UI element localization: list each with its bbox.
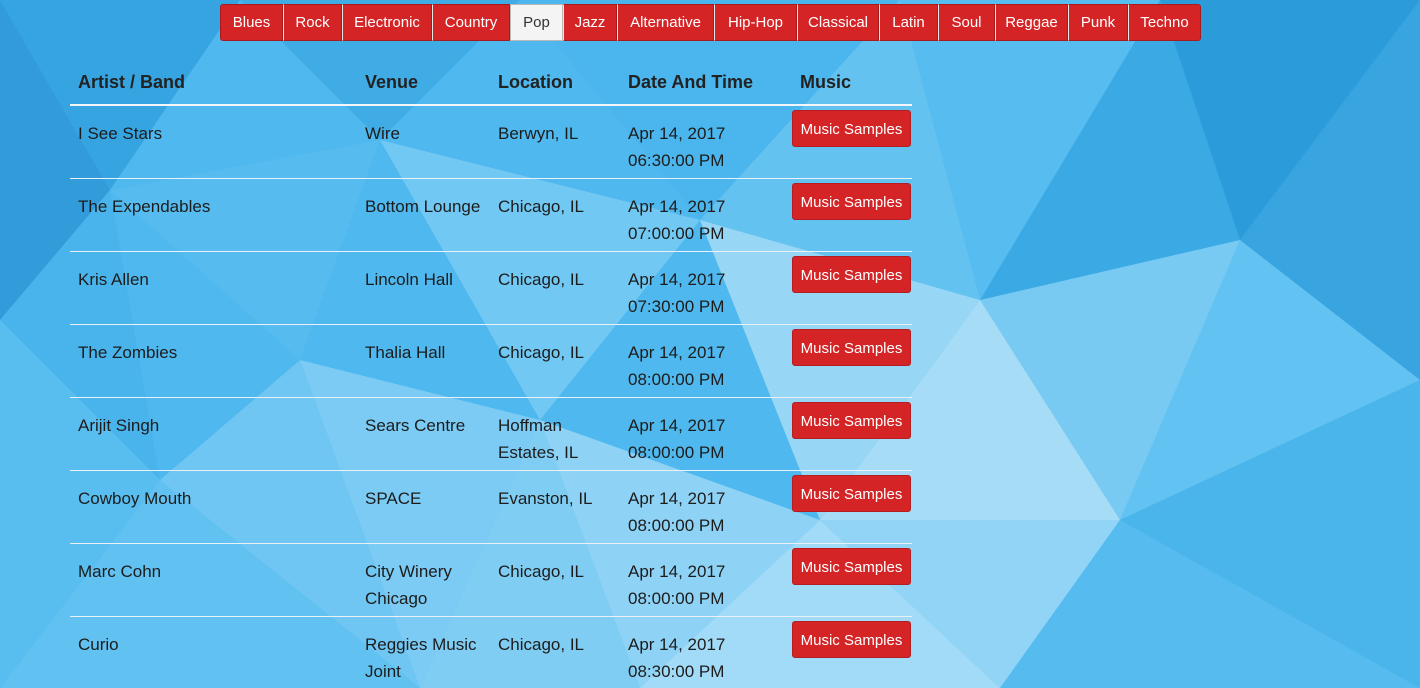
music-samples-button[interactable]: Music Samples [792, 328, 911, 366]
artist-cell: Marc Cohn [70, 543, 357, 617]
date-text: Apr 14, 2017 [628, 342, 726, 362]
music-samples-button[interactable]: Music Samples [792, 401, 911, 439]
genre-tab-rock[interactable]: Rock [283, 4, 342, 41]
header-venue: Venue [357, 60, 490, 106]
date-text: Apr 14, 2017 [628, 488, 726, 508]
music-cell: Music Samples [792, 251, 912, 325]
location-cell: Evanston, IL [490, 470, 620, 544]
venue-cell: Bottom Lounge [357, 178, 490, 252]
header-location: Location [490, 60, 620, 106]
genre-tab-techno[interactable]: Techno [1128, 4, 1201, 41]
location-cell: Hoffman Estates, IL [490, 397, 620, 471]
artist-cell: The Expendables [70, 178, 357, 252]
genre-tab-electronic[interactable]: Electronic [342, 4, 432, 41]
datetime-cell: Apr 14, 2017 07:00:00 PM [620, 178, 792, 252]
time-text: 07:30:00 PM [628, 296, 725, 316]
time-text: 08:00:00 PM [628, 369, 725, 389]
location-cell: Chicago, IL [490, 178, 620, 252]
music-cell: Music Samples [792, 543, 912, 617]
location-cell: Chicago, IL [490, 251, 620, 325]
genre-tab-pop[interactable]: Pop [510, 4, 563, 41]
music-samples-button[interactable]: Music Samples [792, 182, 911, 220]
genre-tab-alternative[interactable]: Alternative [617, 4, 714, 41]
music-cell: Music Samples [792, 324, 912, 398]
time-text: 08:00:00 PM [628, 588, 725, 608]
table-row: Kris Allen Lincoln Hall Chicago, IL Apr … [70, 251, 912, 325]
header-music: Music [792, 60, 912, 106]
genre-tab-hip-hop[interactable]: Hip-Hop [714, 4, 797, 41]
location-cell: Chicago, IL [490, 616, 620, 688]
venue-cell: Thalia Hall [357, 324, 490, 398]
time-text: 06:30:00 PM [628, 151, 725, 170]
events-table: Artist / Band Venue Location Date And Ti… [70, 60, 912, 688]
events-table-container: Artist / Band Venue Location Date And Ti… [70, 60, 912, 688]
music-cell: Music Samples [792, 470, 912, 544]
music-cell: Music Samples [792, 178, 912, 252]
time-text: 07:00:00 PM [628, 223, 725, 243]
date-text: Apr 14, 2017 [628, 269, 726, 289]
table-row: The Zombies Thalia Hall Chicago, IL Apr … [70, 324, 912, 398]
location-cell: Berwyn, IL [490, 105, 620, 179]
datetime-cell: Apr 14, 2017 08:00:00 PM [620, 397, 792, 471]
date-text: Apr 14, 2017 [628, 634, 726, 654]
music-samples-button[interactable]: Music Samples [792, 474, 911, 512]
genre-tab-punk[interactable]: Punk [1068, 4, 1128, 41]
datetime-cell: Apr 14, 2017 08:00:00 PM [620, 470, 792, 544]
table-row: I See Stars Wire Berwyn, IL Apr 14, 2017… [70, 105, 912, 179]
table-row: Arijit Singh Sears Centre Hoffman Estate… [70, 397, 912, 471]
genre-tab-jazz[interactable]: Jazz [563, 4, 617, 41]
datetime-cell: Apr 14, 2017 08:30:00 PM [620, 616, 792, 688]
time-text: 08:30:00 PM [628, 661, 725, 681]
location-cell: Chicago, IL [490, 543, 620, 617]
header-artist: Artist / Band [70, 60, 357, 106]
time-text: 08:00:00 PM [628, 515, 725, 535]
genre-tab-country[interactable]: Country [432, 4, 510, 41]
table-row: Curio Reggies Music Joint Chicago, IL Ap… [70, 616, 912, 688]
genre-tab-classical[interactable]: Classical [797, 4, 879, 41]
location-cell: Chicago, IL [490, 324, 620, 398]
artist-cell: Arijit Singh [70, 397, 357, 471]
venue-cell: City Winery Chicago [357, 543, 490, 617]
music-cell: Music Samples [792, 397, 912, 471]
music-cell: Music Samples [792, 616, 912, 688]
venue-cell: Sears Centre [357, 397, 490, 471]
venue-cell: Lincoln Hall [357, 251, 490, 325]
artist-cell: The Zombies [70, 324, 357, 398]
music-samples-button[interactable]: Music Samples [792, 255, 911, 293]
genre-tab-latin[interactable]: Latin [879, 4, 938, 41]
header-datetime: Date And Time [620, 60, 792, 106]
genre-tab-soul[interactable]: Soul [938, 4, 995, 41]
artist-cell: Curio [70, 616, 357, 688]
music-samples-button[interactable]: Music Samples [792, 620, 911, 658]
table-row: The Expendables Bottom Lounge Chicago, I… [70, 178, 912, 252]
date-text: Apr 14, 2017 [628, 124, 726, 143]
venue-cell: Reggies Music Joint [357, 616, 490, 688]
genre-tab-bar: Blues Rock Electronic Country Pop Jazz A… [220, 4, 1201, 41]
artist-cell: Kris Allen [70, 251, 357, 325]
genre-tab-blues[interactable]: Blues [220, 4, 283, 41]
date-text: Apr 14, 2017 [628, 415, 726, 435]
music-samples-button[interactable]: Music Samples [792, 547, 911, 585]
datetime-cell: Apr 14, 2017 08:00:00 PM [620, 543, 792, 617]
music-samples-button[interactable]: Music Samples [792, 110, 911, 147]
datetime-cell: Apr 14, 2017 06:30:00 PM [620, 105, 792, 179]
table-header-row: Artist / Band Venue Location Date And Ti… [70, 60, 912, 106]
date-text: Apr 14, 2017 [628, 196, 726, 216]
datetime-cell: Apr 14, 2017 07:30:00 PM [620, 251, 792, 325]
venue-cell: SPACE [357, 470, 490, 544]
music-cell: Music Samples [792, 105, 912, 179]
venue-cell: Wire [357, 105, 490, 179]
time-text: 08:00:00 PM [628, 442, 725, 462]
artist-cell: I See Stars [70, 105, 357, 179]
artist-cell: Cowboy Mouth [70, 470, 357, 544]
date-text: Apr 14, 2017 [628, 561, 726, 581]
datetime-cell: Apr 14, 2017 08:00:00 PM [620, 324, 792, 398]
table-row: Cowboy Mouth SPACE Evanston, IL Apr 14, … [70, 470, 912, 544]
table-row: Marc Cohn City Winery Chicago Chicago, I… [70, 543, 912, 617]
genre-tab-reggae[interactable]: Reggae [995, 4, 1068, 41]
